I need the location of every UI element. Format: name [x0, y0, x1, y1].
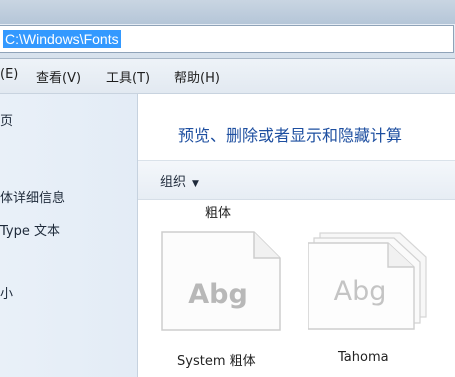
organize-label: 组织: [160, 175, 187, 190]
font-caption-partial: 粗体: [205, 206, 232, 221]
nav-item-home[interactable]: 页: [0, 110, 13, 129]
font-item-system-bold[interactable]: Abg: [160, 230, 284, 338]
nav-item-font-details[interactable]: 体详细信息: [0, 187, 65, 206]
organize-button[interactable]: 组织 ▼: [160, 171, 199, 190]
menu-edit[interactable]: (E): [0, 67, 18, 82]
address-bar: C:\Windows\Fonts: [0, 24, 455, 59]
nav-item-font-size[interactable]: 小: [0, 283, 13, 302]
font-file-icon: Abg: [161, 231, 281, 331]
menu-view[interactable]: 查看(V): [36, 67, 81, 86]
content-pane: 预览、删除或者显示和隐藏计算 组织 ▼ 粗体 Abg System 粗体 Abg …: [138, 94, 455, 377]
window-title-bar: [0, 0, 455, 24]
font-name-tahoma: Tahoma: [338, 350, 389, 365]
menu-bar: (E) 查看(V) 工具(T) 帮助(H): [0, 59, 455, 94]
font-preview-text: Abg: [334, 276, 387, 307]
address-input[interactable]: C:\Windows\Fonts: [0, 25, 454, 53]
menu-tools[interactable]: 工具(T): [106, 67, 150, 86]
nav-item-cleartype[interactable]: Type 文本: [0, 220, 60, 239]
menu-help[interactable]: 帮助(H): [174, 67, 220, 86]
font-item-tahoma[interactable]: Abg: [307, 231, 434, 335]
font-name-system-bold: System 粗体: [177, 354, 256, 369]
chevron-down-icon: ▼: [192, 179, 199, 189]
command-bar: 组织 ▼: [138, 160, 455, 200]
left-nav-pane: 页 体详细信息 Type 文本 小: [0, 94, 138, 377]
font-family-icon: Abg: [307, 232, 427, 330]
page-title: 预览、删除或者显示和隐藏计算: [178, 126, 403, 145]
font-preview-text: Abg: [188, 279, 248, 310]
address-path[interactable]: C:\Windows\Fonts: [3, 30, 121, 48]
